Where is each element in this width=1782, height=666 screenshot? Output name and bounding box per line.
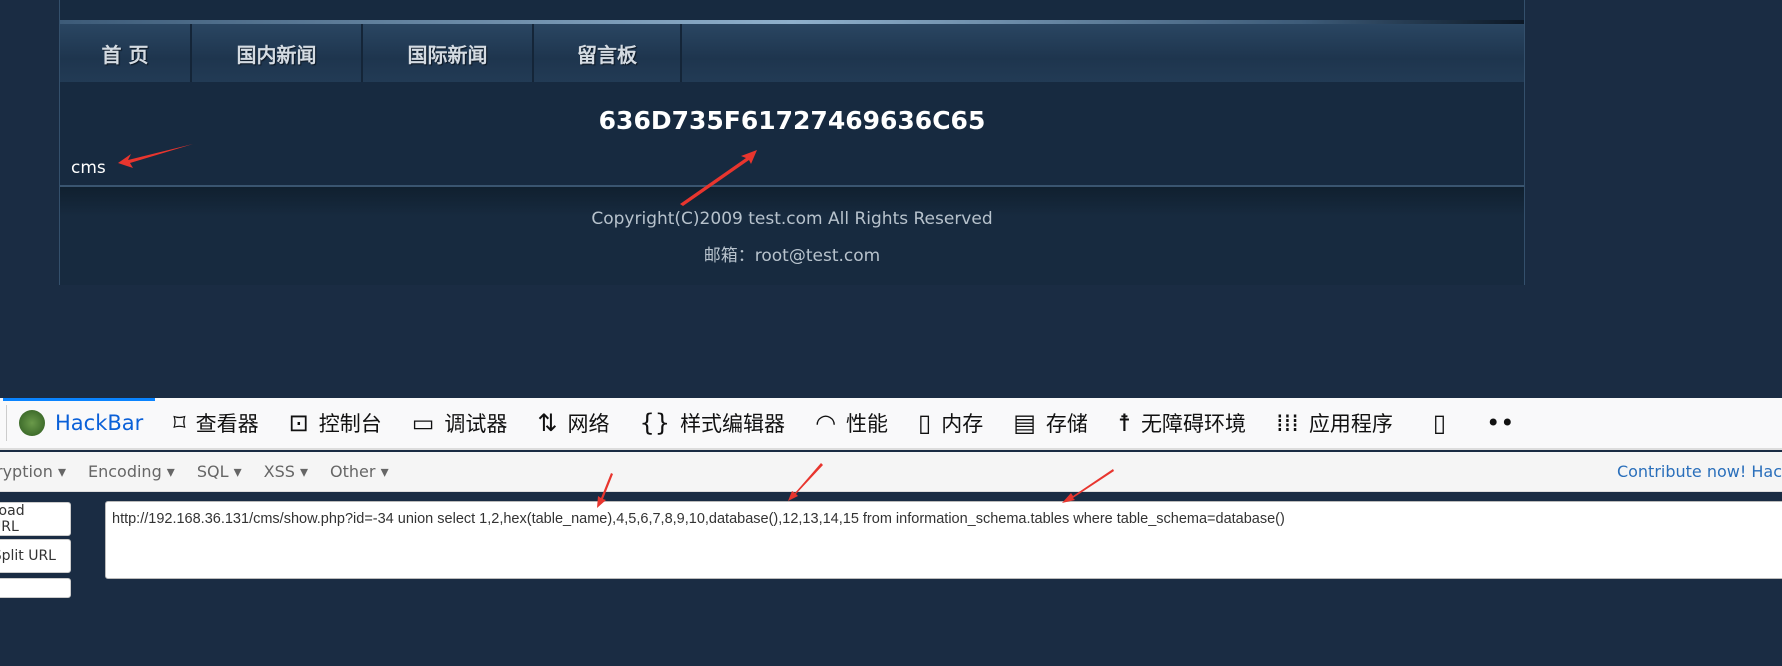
footer-email: 邮箱：root@test.com — [703, 246, 881, 266]
network-icon: ⇅ — [537, 409, 558, 437]
menu-other[interactable]: Other ▾ — [330, 462, 389, 481]
more-icon: •• — [1486, 409, 1515, 437]
hackbar-menu: ryption ▾ Encoding ▾ SQL ▾ XSS ▾ Other ▾… — [0, 452, 1782, 492]
website-page: 首 页 国内新闻 国际新闻 留言板 636D735F61727469636C65… — [59, 0, 1525, 285]
menu-encoding[interactable]: Encoding ▾ — [88, 462, 175, 481]
execute-button[interactable] — [0, 578, 71, 598]
more-menu-button[interactable]: •• — [1486, 409, 1524, 437]
performance-icon: ◠ — [815, 409, 837, 437]
tab-hackbar[interactable]: HackBar — [19, 410, 143, 436]
nav-international-news[interactable]: 国际新闻 — [363, 24, 534, 82]
tab-console[interactable]: ⊡ 控制台 — [289, 408, 382, 438]
tab-performance[interactable]: ◠ 性能 — [815, 408, 888, 438]
tab-storage[interactable]: ▤ 存储 — [1013, 408, 1088, 438]
copyright: Copyright(C)2009 test.com All Rights Res… — [591, 209, 993, 229]
application-icon: ⁞⁞⁞ — [1276, 409, 1299, 437]
tab-debugger[interactable]: ▭ 调试器 — [412, 408, 508, 438]
nav-home[interactable]: 首 页 — [60, 24, 192, 82]
devtools-toolbar: HackBar ⌑ 查看器 ⊡ 控制台 ▭ 调试器 ⇅ 网络 {} 样式编辑器 ◠ 性能 ▯… — [0, 398, 1782, 450]
tab-application[interactable]: ⁞⁞⁞ 应用程序 — [1276, 408, 1393, 438]
tab-style-editor[interactable]: {} 样式编辑器 — [640, 408, 786, 438]
active-tab-indicator — [3, 398, 155, 401]
responsive-design-button[interactable]: ▯ — [1433, 409, 1456, 437]
storage-icon: ▤ — [1013, 409, 1036, 437]
accessibility-icon: ☨ — [1117, 409, 1131, 437]
phone-icon: ▯ — [1432, 409, 1447, 437]
menu-sql[interactable]: SQL ▾ — [197, 462, 242, 481]
nav-guestbook[interactable]: 留言板 — [534, 24, 682, 82]
load-url-button[interactable]: Load URL — [0, 502, 71, 536]
hackbar-logo-icon — [19, 410, 45, 436]
article-body: cms — [71, 158, 106, 178]
debugger-icon: ▭ — [411, 409, 435, 437]
menu-xss[interactable]: XSS ▾ — [264, 462, 308, 481]
main-nav: 首 页 国内新闻 国际新闻 留言板 — [60, 24, 1524, 82]
split-url-button[interactable]: Split URL — [0, 539, 71, 573]
article-title: 636D735F61727469636C65 — [598, 106, 986, 135]
menu-encryption[interactable]: ryption ▾ — [0, 462, 66, 481]
tab-inspector[interactable]: ⌑ 查看器 — [173, 408, 258, 438]
style-editor-icon: {} — [639, 409, 671, 437]
console-icon: ⊡ — [288, 409, 309, 437]
url-input[interactable]: http://192.168.36.131/cms/show.php?id=-3… — [105, 501, 1782, 579]
inspector-icon: ⌑ — [173, 409, 186, 437]
nav-domestic-news[interactable]: 国内新闻 — [192, 24, 363, 82]
footer: Copyright(C)2009 test.com All Rights Res… — [60, 185, 1524, 285]
tab-memory[interactable]: ▯ 内存 — [918, 408, 983, 438]
contribute-link[interactable]: Contribute now! Hac — [1617, 462, 1782, 481]
memory-icon: ▯ — [918, 409, 932, 437]
tab-network[interactable]: ⇅ 网络 — [537, 408, 609, 438]
tab-accessibility[interactable]: ☨ 无障碍环境 — [1118, 408, 1246, 438]
